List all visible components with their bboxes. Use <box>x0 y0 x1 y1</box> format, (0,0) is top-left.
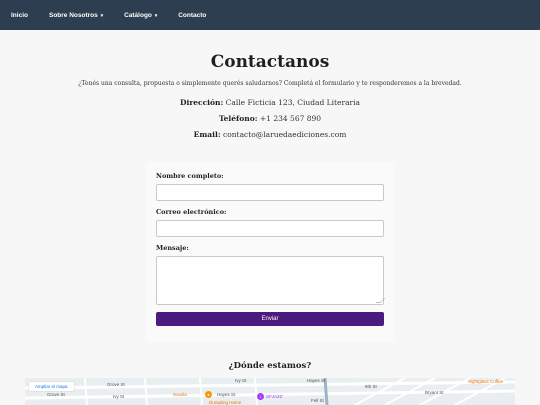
nav-label: Sobre Nosotros <box>48 11 98 19</box>
email-field[interactable] <box>156 220 384 237</box>
map-poi-label: Dumpling Home <box>209 400 242 405</box>
address-line: Dirección: Calle Ficticia 123, Ciudad Li… <box>0 98 540 107</box>
chevron-down-icon: ▾ <box>100 12 104 19</box>
map-poi-label: Sightglass Coffee <box>468 379 504 384</box>
restaurant-pin-icon[interactable]: ● <box>205 391 212 398</box>
nav-item-inicio[interactable]: Inicio <box>11 12 28 19</box>
map-street-label: 9th St <box>365 384 377 389</box>
map-section-title: ¿Dónde estamos? <box>228 361 312 371</box>
submit-button[interactable]: Enviar <box>156 312 384 326</box>
phone-line: Teléfono: +1 234 567 890 <box>0 114 540 123</box>
name-field-label: Nombre completo: <box>156 172 224 180</box>
email-label: Email: <box>193 130 221 139</box>
map-poi-label: Souvla <box>173 392 187 397</box>
phone-label: Teléfono: <box>218 114 258 123</box>
top-navbar: Inicio Sobre Nosotros ▾ Catálogo ▾ Conta… <box>0 0 540 30</box>
map-street-label: Grove St <box>47 392 65 397</box>
enlarge-map-button[interactable]: Ampliar el mapa <box>29 382 74 391</box>
map-street-label: Hayes St <box>217 392 236 397</box>
map-street-label: Hayes St <box>307 378 326 383</box>
email-value: contacto@laruedaediciones.com <box>223 130 347 139</box>
map-street-label: Grove St <box>107 382 125 387</box>
map-street-label: Ivy St <box>113 394 125 399</box>
chevron-down-icon: ▾ <box>154 12 158 19</box>
map-street-label: Bryant St <box>425 390 444 395</box>
name-field[interactable] <box>156 184 384 201</box>
page-title: Contactanos <box>210 52 330 72</box>
venue-pin-icon[interactable]: ♪ <box>257 393 264 400</box>
map-poi-label: SFJAZZ <box>266 394 283 399</box>
phone-value: +1 234 567 890 <box>259 114 322 123</box>
map-street-label: Ivy St <box>235 378 247 383</box>
nav-label: Inicio <box>11 11 28 19</box>
message-field[interactable] <box>156 256 384 305</box>
message-field-label: Mensaje: <box>156 244 189 252</box>
nav-item-sobre-nosotros[interactable]: Sobre Nosotros ▾ <box>49 12 103 19</box>
email-line: Email: contacto@laruedaediciones.com <box>0 130 540 139</box>
embedded-map[interactable]: Ampliar el mapa Grove St Grove St Ivy St… <box>25 378 515 405</box>
address-value: Calle Ficticia 123, Ciudad Literaria <box>225 98 361 107</box>
nav-label: Catálogo <box>124 11 152 19</box>
intro-text: ¿Tenés una consulta, propuesta o simplem… <box>78 80 462 87</box>
map-street-label: Fell St <box>311 398 324 403</box>
nav-label: Contacto <box>178 11 207 19</box>
nav-item-catalogo[interactable]: Catálogo ▾ <box>124 12 157 19</box>
email-field-label: Correo electrónico: <box>156 208 227 216</box>
address-label: Dirección: <box>179 98 224 107</box>
nav-item-contacto[interactable]: Contacto <box>178 12 206 19</box>
